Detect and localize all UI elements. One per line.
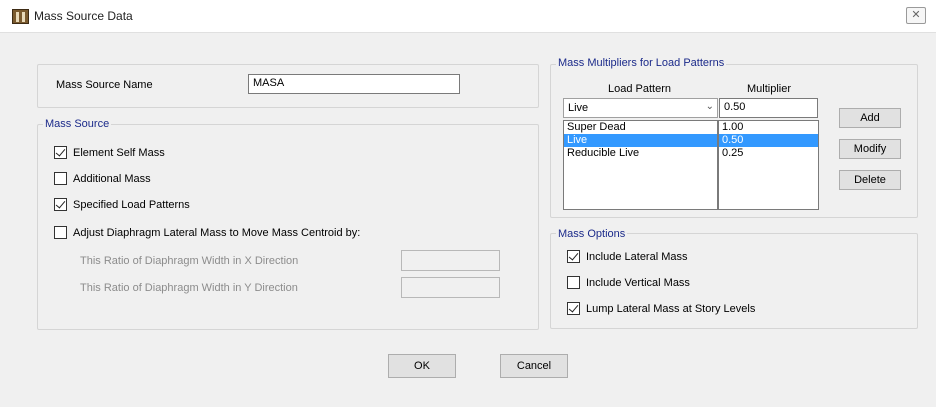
mass-options-group-title: Mass Options: [556, 228, 628, 240]
specified-load-patterns-checkbox[interactable]: [54, 198, 67, 211]
additional-mass-checkbox[interactable]: [54, 172, 67, 185]
multiplier-list-item[interactable]: 0.50: [719, 134, 818, 147]
window-title: Mass Source Data: [34, 9, 133, 23]
mass-source-name-input[interactable]: MASA: [248, 74, 460, 94]
ratio-x-label: This Ratio of Diaphragm Width in X Direc…: [80, 255, 299, 267]
additional-mass-label: Additional Mass: [73, 173, 151, 185]
ok-button[interactable]: OK: [388, 354, 456, 378]
lump-lateral-mass-checkbox[interactable]: [567, 302, 580, 315]
ratio-x-input[interactable]: [401, 250, 500, 271]
modify-button[interactable]: Modify: [839, 139, 901, 159]
lump-lateral-mass-label: Lump Lateral Mass at Story Levels: [586, 303, 756, 315]
load-pattern-dropdown-value: Live: [568, 102, 589, 114]
include-lateral-mass-checkbox[interactable]: [567, 250, 580, 263]
mass-source-group-title: Mass Source: [43, 118, 112, 130]
load-pattern-dropdown[interactable]: Live ⌄: [563, 98, 718, 118]
close-button[interactable]: ✕: [906, 7, 926, 24]
load-pattern-list[interactable]: Super Dead Live Reducible Live: [563, 120, 718, 210]
multiplier-list[interactable]: 1.00 0.50 0.25: [718, 120, 819, 210]
include-lateral-mass-label: Include Lateral Mass: [586, 251, 688, 263]
ratio-y-input[interactable]: [401, 277, 500, 298]
title-bar: Mass Source Data ✕: [0, 0, 936, 33]
mass-multipliers-group-title: Mass Multipliers for Load Patterns: [556, 57, 727, 69]
element-self-mass-label: Element Self Mass: [73, 147, 165, 159]
adjust-diaphragm-checkbox[interactable]: [54, 226, 67, 239]
include-vertical-mass-label: Include Vertical Mass: [586, 277, 690, 289]
chevron-down-icon: ⌄: [705, 101, 714, 112]
load-pattern-column-header: Load Pattern: [608, 83, 671, 95]
load-pattern-list-item[interactable]: Live: [564, 134, 717, 147]
adjust-diaphragm-label: Adjust Diaphragm Lateral Mass to Move Ma…: [73, 227, 361, 239]
element-self-mass-checkbox[interactable]: [54, 146, 67, 159]
specified-load-patterns-label: Specified Load Patterns: [73, 199, 190, 211]
cancel-button[interactable]: Cancel: [500, 354, 568, 378]
ratio-y-label: This Ratio of Diaphragm Width in Y Direc…: [80, 282, 298, 294]
multiplier-column-header: Multiplier: [747, 83, 792, 95]
multiplier-list-item[interactable]: 1.00: [719, 121, 818, 134]
mass-source-name-label: Mass Source Name: [56, 79, 153, 91]
app-icon: [12, 9, 29, 24]
multiplier-list-item[interactable]: 0.25: [719, 147, 818, 160]
load-pattern-list-item[interactable]: Super Dead: [564, 121, 717, 134]
multiplier-input[interactable]: 0.50: [719, 98, 818, 118]
load-pattern-list-item[interactable]: Reducible Live: [564, 147, 717, 160]
add-button[interactable]: Add: [839, 108, 901, 128]
delete-button[interactable]: Delete: [839, 170, 901, 190]
include-vertical-mass-checkbox[interactable]: [567, 276, 580, 289]
